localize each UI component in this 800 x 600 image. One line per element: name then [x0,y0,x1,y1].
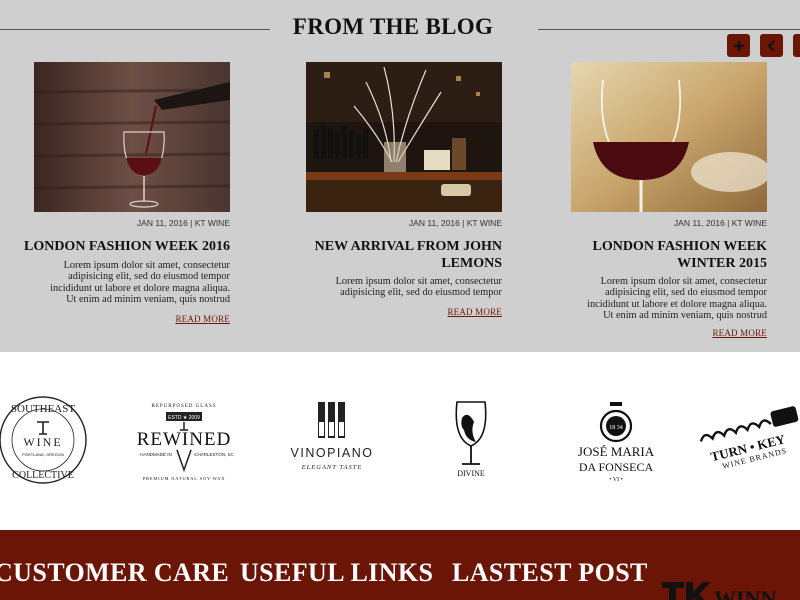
rewined-left: HANDMADE IN [140,452,172,457]
blog-post-card: JAN 11, 2016 | KT WINE NEW ARRIVAL FROM … [306,62,502,332]
carousel-add-button[interactable] [727,34,750,57]
excerpt-line: Ut enim ad minim veniam, quis nostrud [603,309,767,321]
jose-seal: 18 34 [609,425,623,431]
collective-text: COLLECTIVE [12,470,74,481]
excerpt-line: adipisicing elit, sed do eiusmod tempor [68,271,230,283]
excerpt-line: Lorem ipsum dolor sit amet, consectetur [600,276,767,287]
excerpt-line: incididunt ut labore et dolore magna ali… [587,298,767,310]
footer-logo-text: WINN [714,586,776,600]
blog-title: FROM THE BLOG [292,14,494,39]
excerpt-line: incididunt ut labore et dolore magna ali… [50,282,230,294]
excerpt-line: adipisicing elit, sed do eiusmod tempor [605,287,767,299]
post-title-line: NEW ARRIVAL FROM JOHN [314,239,502,254]
vinopiano-name: VINOPIANO [291,446,374,460]
read-more-link[interactable]: READ MORE [175,314,230,324]
southeast-text: SOUTHEAST [11,403,75,415]
wine-pour-image [34,62,230,212]
post-title[interactable]: NEW ARRIVAL FROM JOHN LEMONS [315,238,502,272]
post-image-wine-pour[interactable] [34,62,230,212]
excerpt-line: Ut enim ad minim veniam, quis nostrud [66,293,230,305]
wine-glass-image [571,62,767,212]
plus-icon [733,40,744,51]
rewined-name: REWINED [137,429,232,450]
title-rule-right [538,29,800,30]
post-meta: JAN 11, 2016 | KT WINE [408,218,502,228]
vinopiano-tagline: ELEGANT TASTE [301,464,363,471]
post-meta: JAN 11, 2016 | KT WINE [673,218,767,228]
excerpt-line: Lorem ipsum dolor sit amet, consectetur [335,276,502,287]
read-more-link[interactable]: READ MORE [447,307,502,317]
excerpt-line: Lorem ipsum dolor sit amet, consectetur [63,260,230,271]
post-title-line: LEMONS [441,256,502,271]
post-title-line: WINTER 2015 [677,256,767,271]
rewined-arc-bottom: PREMIUM NATURAL SOY WAX [143,476,226,481]
wine-text: WINE [23,435,62,449]
excerpt-line: adipisicing elit, sed do eiusmod tempor [340,287,502,299]
post-image-wine-glass[interactable] [571,62,767,212]
brand-logo-divine[interactable]: DIVINE [448,398,494,482]
brand-logo-turn-key[interactable]: TURN • KEY WINE BRANDS [696,400,800,480]
blog-post-card: JAN 11, 2016 | KT WINE LONDON FASHION WE… [24,62,230,332]
jose-name-1: JOSÉ MARIA [578,444,655,459]
post-title[interactable]: LONDON FASHION WEEK 2016 [24,238,230,255]
post-excerpt: Lorem ipsum dolor sit amet, consectetur … [0,260,230,305]
post-meta: JAN 11, 2016 | KT WINE [136,218,230,228]
jose-name-2: DA FONSECA [579,460,654,474]
post-image-wine-cellar[interactable] [306,62,502,212]
carousel-next-button[interactable] [793,34,800,57]
brand-logo-southeast-wine-collective[interactable]: SOUTHEAST WINE PORTLAND, OREGON COLLECTI… [0,392,89,488]
rewined-right: CHARLESTON, SC [194,452,234,457]
divine-name: DIVINE [457,469,485,478]
blog-section: FROM THE BLOG JAN 11, 2016 | KT WINE LON… [0,0,800,352]
jose-roman: • VI • [609,477,622,483]
footer-logo[interactable]: WINN [662,578,800,600]
footer-heading-customer-care: CUSTOMER CARE [0,558,230,587]
brand-logos-strip: SOUTHEAST WINE PORTLAND, OREGON COLLECTI… [0,352,800,530]
post-title-text: LONDON FASHION WEEK 2016 [23,239,230,254]
rewined-arc-top: REPURPOSED GLASS [151,404,216,409]
post-title-line: LONDON FASHION WEEK [592,239,767,254]
footer-heading-latest-post: LASTEST POST [452,558,648,587]
brand-logo-jose-maria-da-fonseca[interactable]: 18 34 JOSÉ MARIA DA FONSECA • VI • [566,396,666,486]
rewined-badge: ESTD ★ 2009 [168,415,200,421]
location-text: PORTLAND, OREGON [22,452,64,457]
southeast-wine-logo: SOUTHEAST WINE PORTLAND, OREGON COLLECTI… [0,396,87,484]
blog-post-card: JAN 11, 2016 | KT WINE LONDON FASHION WE… [571,62,767,342]
jose-maria-logo: 18 34 JOSÉ MARIA DA FONSECA • VI • [578,402,655,483]
post-excerpt: Lorem ipsum dolor sit amet, consectetur … [537,276,767,321]
site-footer: CUSTOMER CARE USEFUL LINKS LASTEST POST … [0,530,800,600]
post-excerpt: Lorem ipsum dolor sit amet, consectetur … [272,276,502,299]
rewined-logo: REPURPOSED GLASS ESTD ★ 2009 REWINED HAN… [137,404,235,481]
turn-key-logo: TURN • KEY WINE BRANDS [699,406,799,471]
divine-logo: DIVINE [455,401,487,478]
vinopiano-logo: VINOPIANO ELEGANT TASTE [291,402,374,471]
read-more-link[interactable]: READ MORE [712,328,767,338]
brand-logo-rewined[interactable]: REPURPOSED GLASS ESTD ★ 2009 REWINED HAN… [122,396,246,484]
footer-heading-useful-links: USEFUL LINKS [240,558,434,587]
chevron-left-icon [767,39,775,52]
carousel-prev-button[interactable] [760,34,783,57]
post-title[interactable]: LONDON FASHION WEEK WINTER 2015 [592,238,767,272]
wine-cellar-image [306,62,502,212]
brand-logo-vinopiano[interactable]: VINOPIANO ELEGANT TASTE [280,398,384,478]
